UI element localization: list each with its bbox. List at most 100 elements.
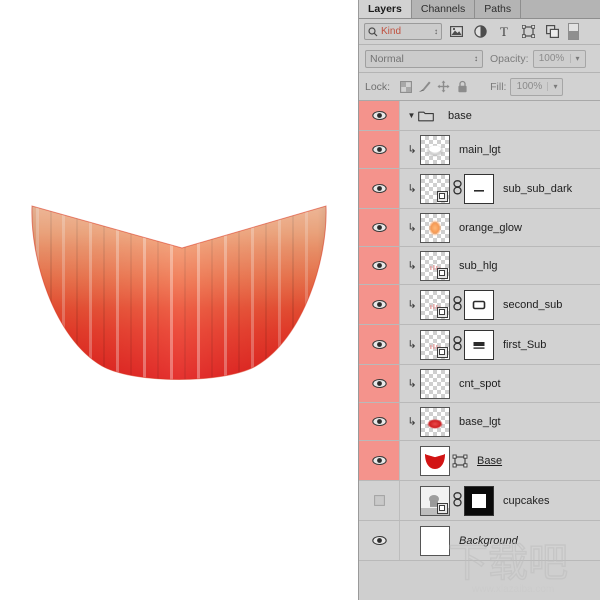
layer-name[interactable]: Background	[459, 535, 518, 547]
layer-row-body[interactable]: Background	[400, 521, 600, 560]
layer-row[interactable]: ↳ main_lgt	[359, 131, 600, 169]
layer-visibility-toggle[interactable]	[359, 521, 400, 560]
layer-visibility-toggle[interactable]	[359, 441, 400, 480]
layer-thumbnail[interactable]	[420, 525, 450, 556]
layer-name[interactable]: orange_glow	[459, 222, 522, 234]
eye-visible-icon[interactable]	[371, 144, 387, 155]
opacity-dropdown-icon[interactable]: ▾	[569, 54, 585, 63]
adjustment-layer-filter-icon[interactable]	[470, 23, 490, 41]
layer-visibility-toggle[interactable]	[359, 169, 400, 208]
opacity-value[interactable]: 100%	[534, 53, 570, 64]
layer-name[interactable]: Base	[477, 455, 502, 467]
layer-row-body[interactable]: Base	[400, 441, 600, 480]
vector-mask-icon[interactable]	[452, 454, 468, 468]
layer-row[interactable]: ↳ base_lgt	[359, 403, 600, 441]
layer-name[interactable]: main_lgt	[459, 144, 501, 156]
link-mask-icon-wrap[interactable]	[450, 335, 464, 354]
layer-row[interactable]: ↳ sub_hlg	[359, 247, 600, 285]
lock-transparent-pixels-icon[interactable]	[396, 78, 415, 96]
type-layer-filter-icon[interactable]: T	[494, 23, 514, 41]
layer-mask-thumbnail[interactable]	[464, 173, 494, 204]
layer-row-body[interactable]: ↳ cnt_spot	[400, 365, 600, 402]
layer-thumbnail[interactable]	[420, 406, 450, 437]
lock-image-pixels-icon[interactable]	[415, 78, 434, 96]
blend-mode-stepper-icon[interactable]: ↕	[474, 54, 478, 63]
layer-row-body[interactable]: cupcakes	[400, 481, 600, 520]
eye-visible-icon[interactable]	[371, 535, 387, 546]
layer-thumbnail[interactable]	[420, 289, 450, 320]
shape-layer-filter-icon[interactable]	[518, 23, 538, 41]
layer-thumbnail[interactable]	[420, 212, 450, 243]
opacity-field[interactable]: 100% ▾	[532, 49, 586, 68]
fill-value[interactable]: 100%	[511, 81, 547, 92]
layer-row[interactable]: ↳ sub_sub_dark	[359, 169, 600, 209]
link-mask-icon[interactable]	[452, 491, 463, 507]
eye-visible-icon[interactable]	[371, 183, 387, 194]
layer-row-body[interactable]: ↳ base_lgt	[400, 403, 600, 440]
smart-object-filter-icon[interactable]	[542, 23, 562, 41]
layer-name[interactable]: second_sub	[503, 299, 562, 311]
fill-dropdown-icon[interactable]: ▾	[547, 82, 562, 91]
eye-visible-icon[interactable]	[371, 378, 387, 389]
link-mask-icon[interactable]	[452, 295, 463, 311]
tab-layers[interactable]: Layers	[359, 0, 412, 18]
lock-position-icon[interactable]	[434, 78, 453, 96]
layer-name[interactable]: sub_hlg	[459, 260, 498, 272]
layer-thumbnail[interactable]	[420, 134, 450, 165]
layer-visibility-toggle[interactable]	[359, 131, 400, 168]
layer-name[interactable]: sub_sub_dark	[503, 183, 572, 195]
layer-visibility-toggle[interactable]	[359, 247, 400, 284]
layer-visibility-toggle[interactable]	[359, 481, 400, 520]
layer-thumbnail[interactable]	[420, 445, 450, 476]
link-mask-icon-wrap[interactable]	[450, 491, 464, 510]
layer-visibility-toggle[interactable]	[359, 325, 400, 364]
layer-visibility-toggle[interactable]	[359, 365, 400, 402]
blend-mode-select[interactable]: Normal ↕	[365, 49, 483, 68]
layer-mask-thumbnail[interactable]	[464, 329, 494, 360]
layer-name[interactable]: base_lgt	[459, 416, 501, 428]
layer-thumbnail[interactable]	[420, 329, 450, 360]
tab-paths[interactable]: Paths	[475, 0, 522, 18]
layer-row[interactable]: ▼ base	[359, 101, 600, 131]
layer-name[interactable]: first_Sub	[503, 339, 546, 351]
layer-row-body[interactable]: ↳ second_sub	[400, 285, 600, 324]
layer-visibility-toggle[interactable]	[359, 403, 400, 440]
tab-channels[interactable]: Channels	[411, 0, 476, 18]
link-mask-icon-wrap[interactable]	[450, 179, 464, 198]
layer-mask-thumbnail[interactable]	[464, 289, 494, 320]
layer-row[interactable]: ↳ first_Sub	[359, 325, 600, 365]
eye-visible-icon[interactable]	[371, 110, 387, 121]
eye-visible-icon[interactable]	[371, 455, 387, 466]
link-mask-icon-wrap[interactable]	[450, 295, 464, 314]
layer-visibility-toggle[interactable]	[359, 285, 400, 324]
link-mask-icon[interactable]	[452, 179, 463, 195]
layer-row[interactable]: ↳ orange_glow	[359, 209, 600, 247]
eye-visible-icon[interactable]	[371, 416, 387, 427]
layer-thumbnail[interactable]	[420, 173, 450, 204]
filter-kind-stepper-icon[interactable]: ↕	[434, 27, 438, 36]
eye-visible-icon[interactable]	[371, 299, 387, 310]
document-canvas[interactable]	[0, 0, 358, 600]
layer-row[interactable]: cupcakes	[359, 481, 600, 521]
layer-name[interactable]: cnt_spot	[459, 378, 501, 390]
layer-row-body[interactable]: ↳ sub_sub_dark	[400, 169, 600, 208]
layer-name[interactable]: base	[448, 110, 472, 122]
link-mask-icon[interactable]	[452, 335, 463, 351]
layer-row-body[interactable]: ↳ sub_hlg	[400, 247, 600, 284]
eye-visible-icon[interactable]	[371, 260, 387, 271]
layer-row[interactable]: Base	[359, 441, 600, 481]
filter-enable-toggle[interactable]	[568, 23, 579, 40]
layer-visibility-toggle[interactable]	[359, 101, 400, 130]
eye-visible-icon[interactable]	[371, 222, 387, 233]
layer-row-body[interactable]: ↳ main_lgt	[400, 131, 600, 168]
layer-row-body[interactable]: ↳ first_Sub	[400, 325, 600, 364]
layer-list[interactable]: ▼ base ↳ main_lgt ↳ sub_sub_dark ↳ orange_glow ↳…	[359, 101, 600, 600]
layer-row[interactable]: ↳ cnt_spot	[359, 365, 600, 403]
filter-kind-select[interactable]: Kind ↕	[364, 23, 442, 40]
eye-visible-icon[interactable]	[371, 339, 387, 350]
layer-row-body[interactable]: ↳ orange_glow	[400, 209, 600, 246]
layer-name[interactable]: cupcakes	[503, 495, 549, 507]
group-disclosure-triangle-icon[interactable]: ▼	[406, 111, 417, 120]
layer-row-body[interactable]: ▼ base	[400, 101, 600, 130]
layer-row[interactable]: Background	[359, 521, 600, 561]
